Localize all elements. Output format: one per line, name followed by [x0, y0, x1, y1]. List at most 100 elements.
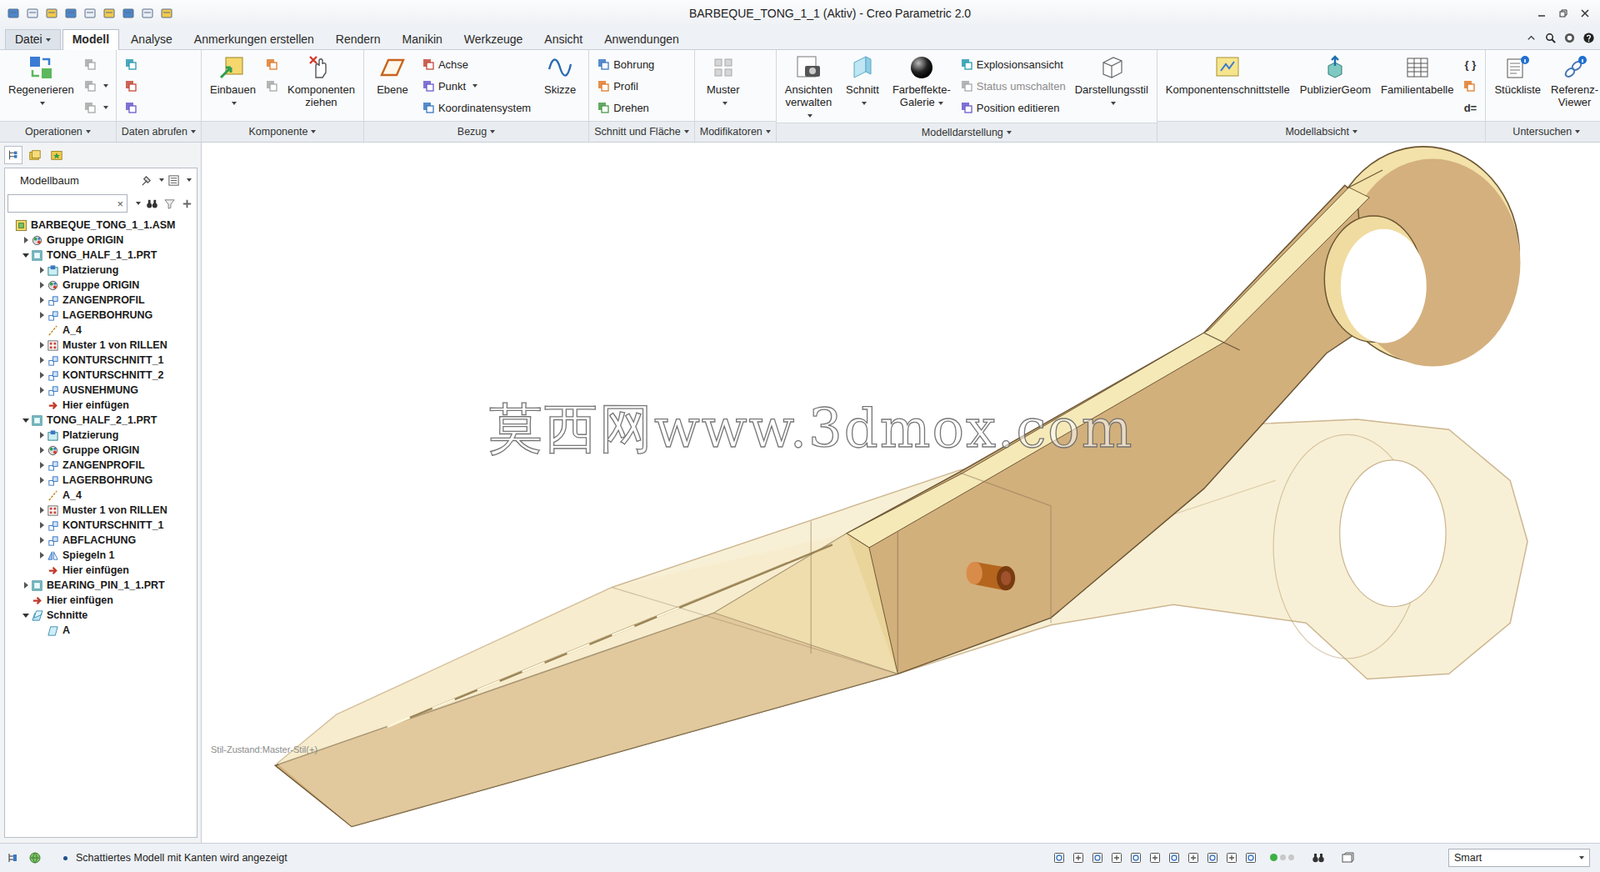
view-tool-icon[interactable] — [1186, 850, 1200, 865]
clear-button[interactable]: × — [116, 197, 124, 210]
view-tool-icon[interactable] — [1148, 850, 1162, 865]
toolbar-icon[interactable] — [25, 6, 40, 20]
ribbon-tab[interactable]: Datei — [5, 29, 61, 50]
expander[interactable] — [20, 418, 31, 423]
group-label[interactable]: Schnitt und Fläche — [589, 120, 695, 142]
ribbon-small-button[interactable]: d= — [1460, 97, 1480, 118]
view-tool-icon[interactable] — [1244, 850, 1258, 865]
expander[interactable] — [20, 581, 31, 589]
toolbar-icon[interactable] — [45, 6, 59, 20]
ribbon-small-button[interactable] — [80, 54, 111, 75]
expander[interactable] — [36, 446, 47, 454]
group-label[interactable]: Modellabsicht — [1157, 120, 1486, 142]
tree-item[interactable]: Hier einfügen — [5, 592, 197, 608]
ribbon-small-button[interactable]: Explosionsansicht — [957, 54, 1069, 75]
tree-item[interactable]: Hier einfügen — [5, 562, 197, 578]
group-label[interactable]: Komponente — [201, 120, 364, 142]
tree-item[interactable]: KONTURSCHNITT_1 — [5, 517, 197, 533]
tree-item[interactable]: LAGERBOHRUNG — [5, 307, 197, 323]
ribbon-small-button[interactable] — [262, 75, 281, 96]
dropdown-caret[interactable] — [135, 201, 141, 205]
toolbar-icon[interactable] — [64, 6, 78, 20]
ribbon-button[interactable]: Komponentenschnittstelle — [1162, 52, 1294, 98]
view-tool-icon[interactable] — [1205, 850, 1220, 865]
tree-item[interactable]: KONTURSCHNITT_2 — [5, 367, 197, 383]
tree-item[interactable]: BARBEQUE_TONG_1_1.ASM — [5, 217, 197, 233]
expander[interactable] — [20, 253, 31, 258]
minimize-icon[interactable] — [1536, 8, 1547, 19]
ribbon-tab[interactable]: Ansicht — [534, 29, 593, 50]
selection-filter[interactable]: Smart — [1448, 848, 1590, 867]
tree-item[interactable]: Spiegeln 1 — [5, 547, 197, 563]
expander[interactable] — [36, 266, 47, 274]
ribbon-tab[interactable]: Analyse — [120, 29, 183, 50]
upper-tong-half[interactable] — [275, 146, 1520, 827]
folder-tab-icon[interactable] — [25, 145, 45, 165]
ribbon-tab[interactable]: Anwendungen — [594, 29, 690, 50]
expander[interactable] — [36, 461, 47, 469]
tree-item[interactable]: Gruppe ORIGIN — [5, 277, 197, 293]
ribbon-small-button[interactable]: Achse — [419, 54, 534, 75]
toolbar-icon[interactable] — [83, 6, 97, 20]
view-tool-icon[interactable] — [1071, 850, 1085, 865]
tree-item[interactable]: ZANGENPROFIL — [5, 292, 197, 308]
toolbar-icon[interactable] — [160, 6, 174, 20]
ribbon-small-button[interactable]: Punkt — [419, 75, 534, 96]
tong-model[interactable] — [201, 142, 1600, 843]
collapse-icon[interactable] — [1525, 31, 1538, 45]
tree-item[interactable]: ABFLACHUNG — [5, 532, 197, 548]
ribbon-tab[interactable]: Manikin — [392, 29, 453, 50]
ribbon-small-button[interactable]: Profil — [594, 75, 657, 96]
tree-item[interactable]: Platzierung — [5, 427, 197, 443]
bearing-pin[interactable] — [965, 561, 1015, 590]
group-label[interactable]: Daten abrufen — [116, 120, 201, 142]
ribbon-button[interactable]: Einbauen — [206, 52, 260, 110]
add-icon[interactable] — [180, 197, 194, 210]
tree-item[interactable]: ZANGENPROFIL — [5, 457, 197, 473]
close-icon[interactable] — [1580, 8, 1590, 19]
expander[interactable] — [36, 386, 47, 394]
ribbon-button[interactable]: Farbeffekte-Galerie — [889, 52, 955, 110]
expander[interactable] — [36, 281, 47, 289]
community-icon[interactable] — [1563, 31, 1576, 45]
ribbon-button[interactable]: Muster — [700, 52, 747, 110]
ribbon-button[interactable]: Stückliste — [1490, 52, 1545, 98]
tree-item[interactable]: LAGERBOHRUNG — [5, 472, 197, 488]
filter-icon[interactable] — [163, 197, 176, 210]
ribbon-small-button[interactable] — [80, 97, 111, 118]
expander[interactable] — [36, 506, 47, 514]
settings-icon[interactable] — [140, 174, 153, 187]
tree-item[interactable]: Gruppe ORIGIN — [5, 232, 197, 248]
expander[interactable] — [36, 521, 47, 529]
ribbon-small-button[interactable] — [262, 54, 281, 75]
ribbon-button[interactable]: Skizze — [536, 52, 584, 98]
expander[interactable] — [36, 371, 47, 379]
view-tool-icon[interactable] — [1090, 850, 1105, 865]
ribbon-small-button[interactable]: Drehen — [594, 97, 657, 118]
tree-item[interactable]: Gruppe ORIGIN — [5, 442, 197, 458]
ribbon-tab[interactable]: Rendern — [325, 29, 391, 50]
tree-item[interactable]: Hier einfügen — [5, 397, 197, 413]
ribbon-button[interactable]: Schnitt — [839, 52, 886, 110]
tree-item[interactable]: A_4 — [5, 487, 197, 503]
ribbon-small-button[interactable] — [121, 54, 140, 75]
view-tool-icon[interactable] — [1167, 850, 1181, 865]
expander[interactable] — [36, 431, 47, 439]
ribbon-small-button[interactable]: Bohrung — [594, 54, 657, 75]
ribbon-small-button[interactable] — [121, 97, 140, 118]
expander[interactable] — [36, 536, 47, 544]
view-tool-icon[interactable] — [1129, 850, 1143, 865]
dropdown-caret[interactable] — [159, 178, 165, 182]
ribbon-small-button[interactable] — [121, 75, 140, 96]
tree-item[interactable]: KONTURSCHNITT_1 — [5, 352, 197, 368]
show-icon[interactable] — [167, 174, 180, 187]
ribbon-small-button[interactable] — [80, 75, 111, 96]
binoculars-icon[interactable] — [145, 197, 159, 210]
ribbon-tab[interactable]: Anmerkungen erstellen — [184, 29, 325, 50]
search-icon[interactable] — [1544, 31, 1557, 45]
tree-item[interactable]: TONG_HALF_2_1.PRT — [5, 412, 197, 428]
tree-item[interactable]: TONG_HALF_1_1.PRT — [5, 247, 197, 263]
ribbon-button[interactable]: Komponenten ziehen — [284, 52, 359, 110]
tree-item[interactable]: A_4 — [5, 322, 197, 338]
tree-item[interactable]: Muster 1 von RILLEN — [5, 502, 197, 518]
